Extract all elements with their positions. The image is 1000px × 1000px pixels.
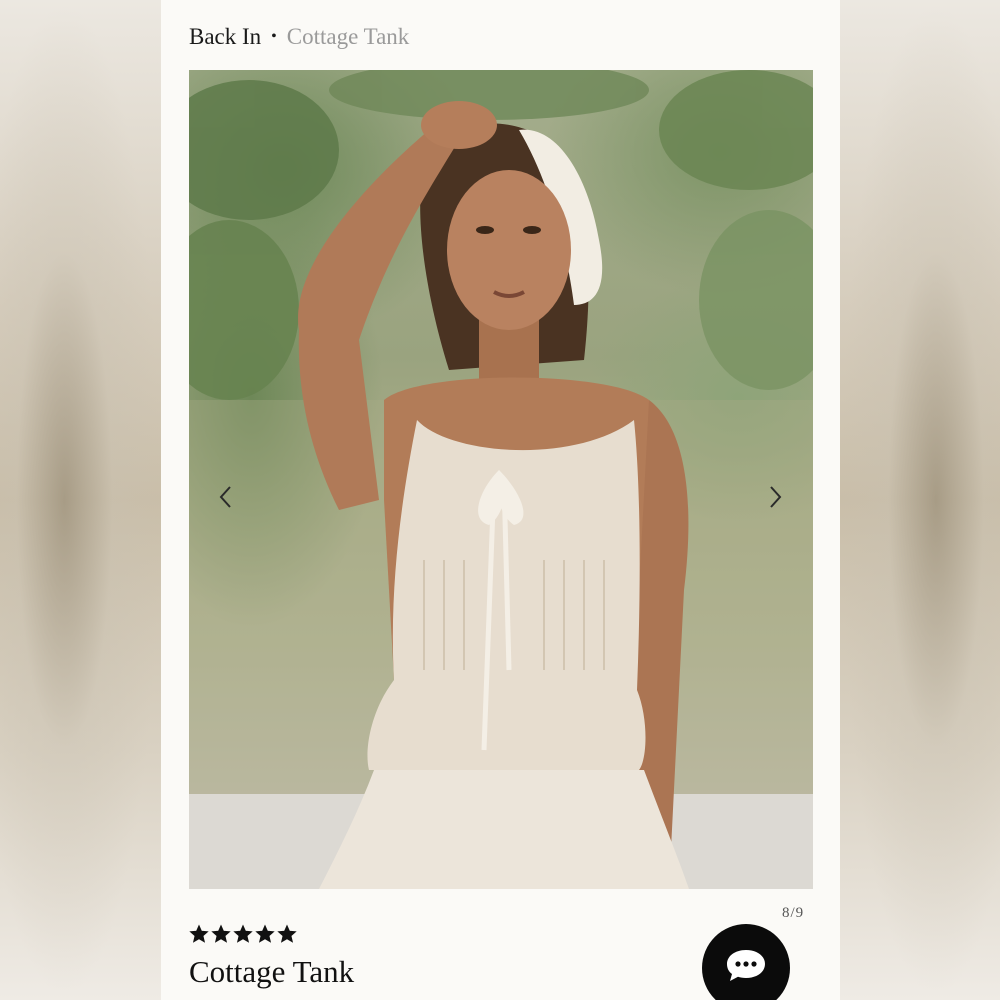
product-title: Cottage Tank <box>189 954 355 989</box>
chat-bubble-icon <box>727 950 765 981</box>
product-image[interactable] <box>189 70 813 889</box>
gallery-prev-button[interactable] <box>213 482 239 512</box>
chevron-right-icon <box>770 486 782 508</box>
star-icon <box>189 924 209 943</box>
gallery-counter: 8/9 <box>782 905 805 921</box>
breadcrumb: Back In • Cottage Tank <box>189 22 409 54</box>
breadcrumb-current: Cottage Tank <box>286 24 410 49</box>
gallery-next-button[interactable] <box>762 482 788 512</box>
blurred-background-left <box>0 0 161 1000</box>
star-icon <box>211 924 231 943</box>
breadcrumb-separator: • <box>271 27 277 45</box>
product-page: Back In • Cottage Tank 8/9 Cottage Tank <box>161 0 840 1000</box>
chevron-left-icon <box>219 486 231 508</box>
blurred-background-right <box>840 0 1000 1000</box>
chat-button[interactable] <box>702 924 790 1000</box>
rating-stars[interactable] <box>189 924 297 944</box>
star-icon <box>255 924 275 943</box>
product-photo-illustration <box>189 70 813 889</box>
breadcrumb-link-back-in[interactable]: Back In <box>189 24 261 49</box>
star-icon <box>233 924 253 943</box>
star-icon <box>277 924 297 943</box>
